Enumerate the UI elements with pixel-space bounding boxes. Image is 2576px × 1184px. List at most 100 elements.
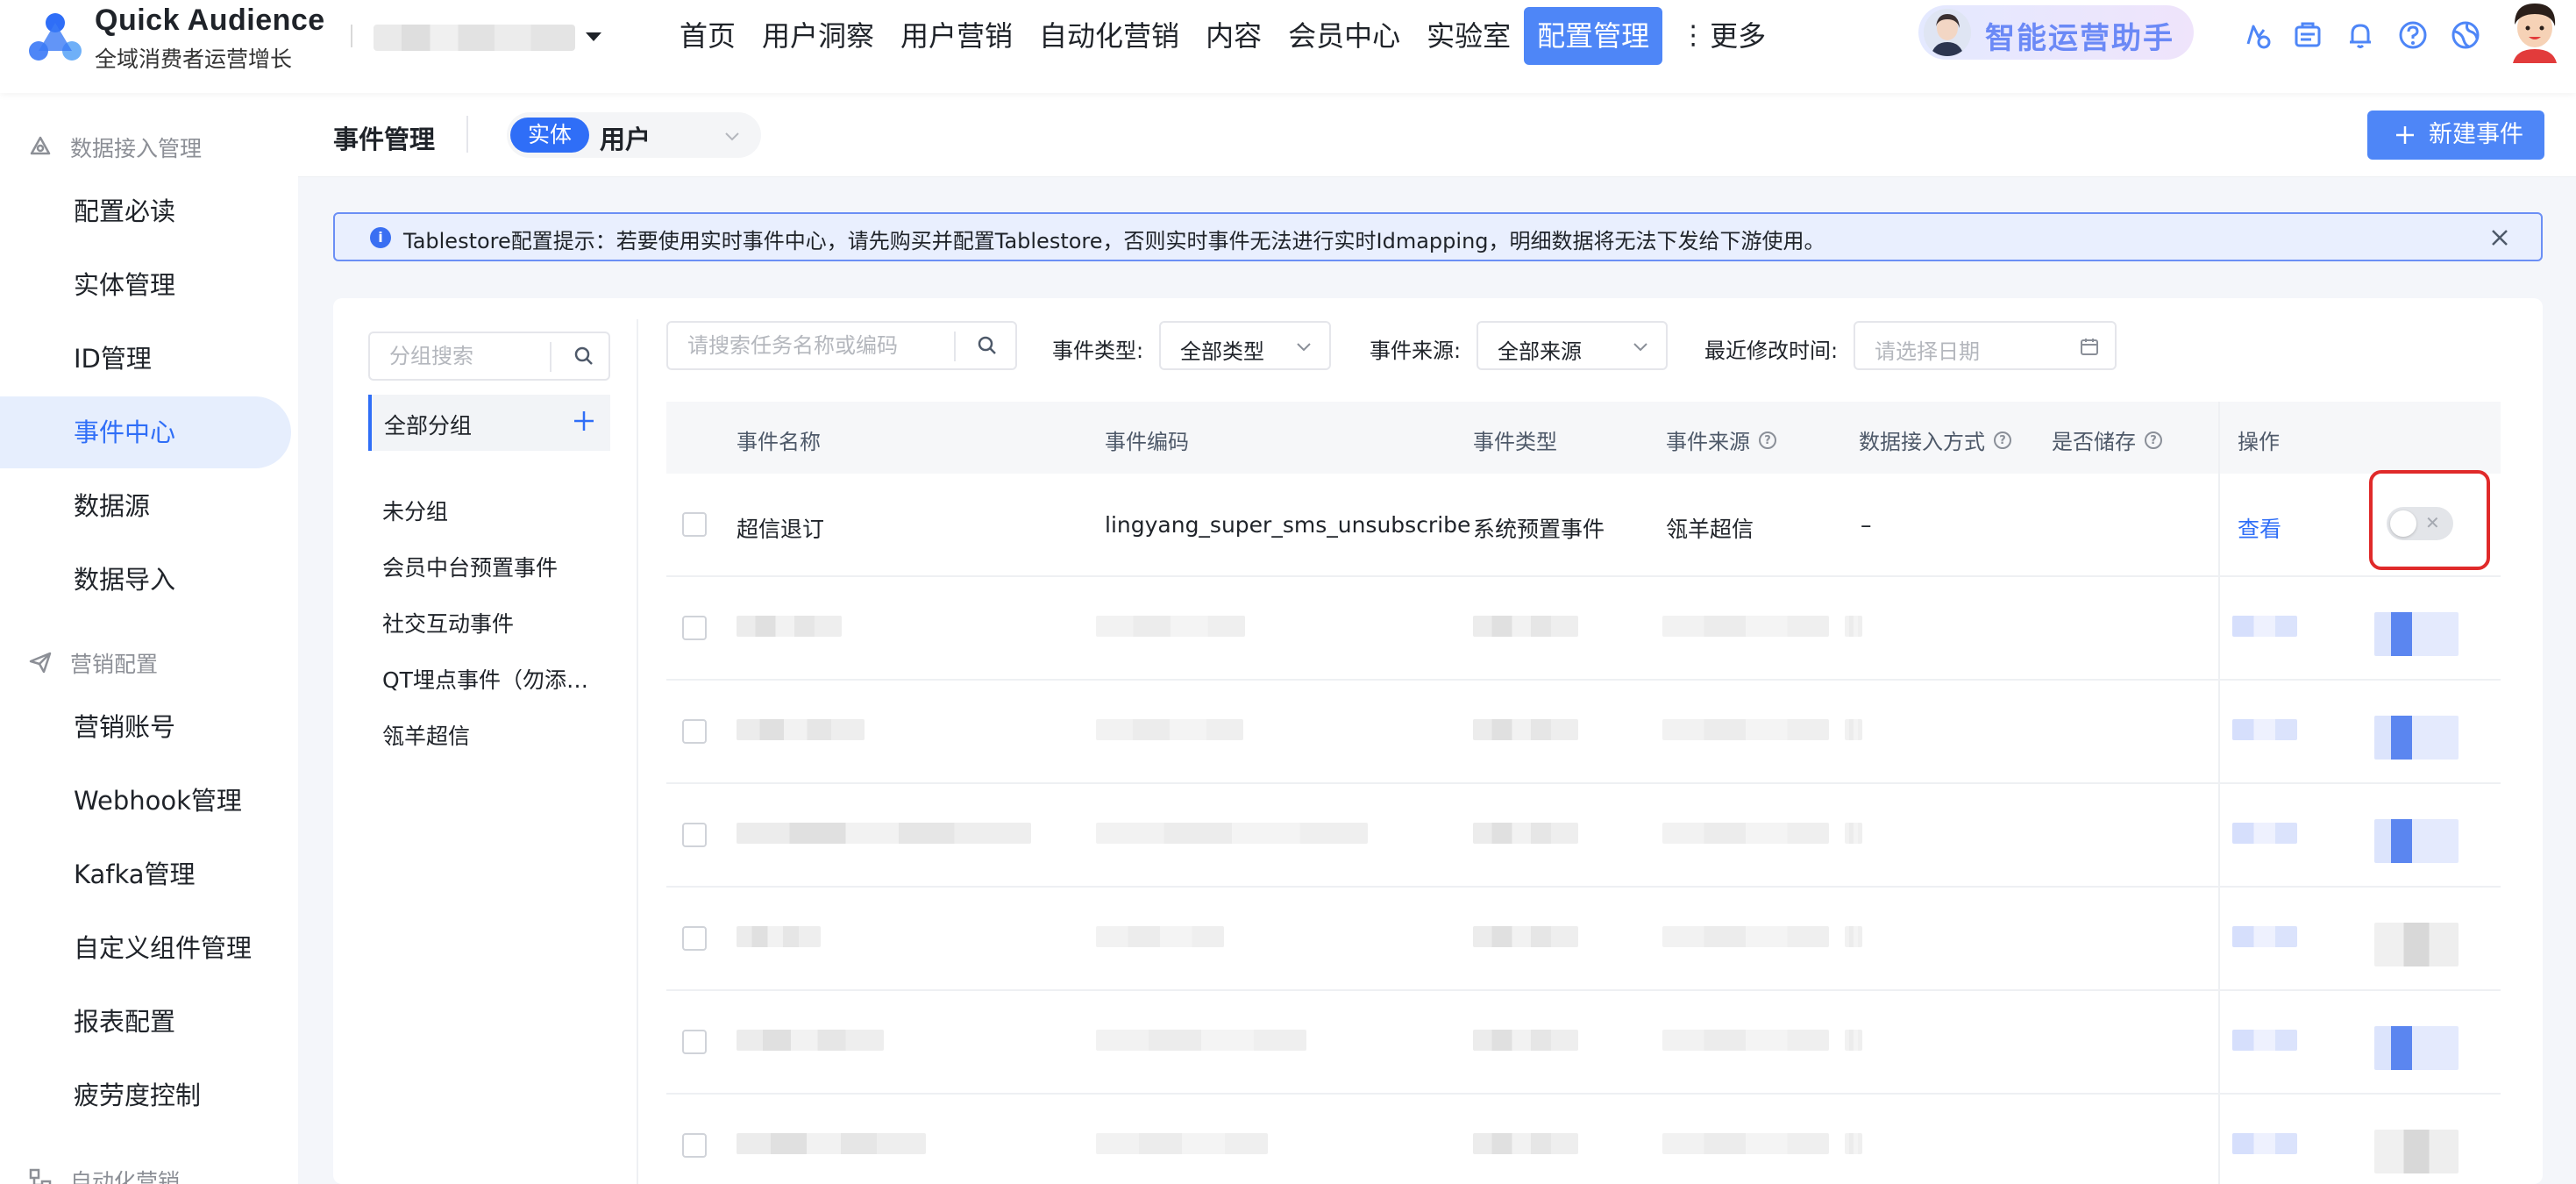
row-checkbox[interactable]	[682, 1133, 707, 1158]
nav-user-insight[interactable]: 用户洞察	[749, 7, 887, 65]
help-icon[interactable]: ?	[1759, 431, 1776, 449]
send-icon	[29, 652, 52, 674]
redacted-cell	[1473, 823, 1578, 844]
globe-icon[interactable]	[2450, 19, 2481, 51]
quick-audience-logo[interactable]	[26, 11, 84, 65]
row-checkbox[interactable]	[682, 823, 707, 847]
tablestore-alert: i Tablestore配置提示：若要使用实时事件中心，请先购买并配置Table…	[333, 212, 2543, 261]
app-icon[interactable]	[2241, 19, 2273, 51]
row-checkbox[interactable]	[682, 719, 707, 744]
row-checkbox[interactable]	[682, 926, 707, 951]
search-icon[interactable]	[977, 335, 998, 356]
brand-subtitle: 全域消费者运营增长	[95, 46, 293, 72]
divider	[550, 342, 551, 372]
redacted-cell	[1845, 1133, 1862, 1154]
event-type-select[interactable]: 全部类型	[1159, 321, 1331, 370]
caret-down-icon	[586, 32, 601, 41]
tasks-icon[interactable]	[2292, 19, 2323, 51]
sidebar-group-data-access[interactable]: 数据接入管理	[0, 126, 298, 163]
sidebar-item-kafka[interactable]: Kafka管理	[0, 838, 291, 910]
table-row-redacted	[666, 1095, 2501, 1184]
redacted-cell	[1096, 926, 1224, 947]
redacted-cell	[1662, 1030, 1829, 1051]
sidebar-group-marketing-config[interactable]: 营销配置	[0, 642, 298, 679]
user-avatar[interactable]	[2506, 0, 2564, 63]
event-source-select[interactable]: 全部来源	[1477, 321, 1668, 370]
nav-user-marketing[interactable]: 用户营销	[887, 7, 1026, 65]
sidebar-group-automation[interactable]: 自动化营销	[0, 1159, 298, 1184]
col-label: 事件名称	[737, 430, 821, 454]
nav-home[interactable]: 首页	[666, 7, 749, 65]
flow-icon	[29, 1168, 52, 1184]
new-event-button[interactable]: 新建事件	[2367, 111, 2544, 160]
search-icon[interactable]	[573, 346, 594, 367]
redacted-cell	[1473, 1030, 1578, 1051]
sidebar-item-data-source[interactable]: 数据源	[0, 470, 291, 542]
task-search-input[interactable]	[668, 323, 957, 368]
page-header: 事件管理 实体 用户 新建事件	[298, 93, 2576, 177]
col-label: 数据接入方式	[1859, 430, 1985, 454]
event-type-label: 事件类型:	[1052, 339, 1144, 363]
group-item-member-preset[interactable]: 会员中台预置事件	[382, 551, 593, 582]
group-item-ungrouped[interactable]: 未分组	[382, 495, 593, 526]
redacted-toggle	[2374, 923, 2459, 966]
date-placeholder: 请选择日期	[1875, 339, 1980, 364]
sidebar-item-report-config[interactable]: 报表配置	[0, 986, 291, 1058]
calendar-icon	[2081, 339, 2098, 355]
entity-selector[interactable]: 实体 用户	[507, 112, 761, 158]
alert-message: Tablestore配置提示：若要使用实时事件中心，请先购买并配置Tablest…	[403, 229, 1825, 253]
modified-time-picker[interactable]: 请选择日期	[1854, 321, 2117, 370]
group-search-input[interactable]	[370, 333, 545, 379]
entity-value: 用户	[600, 125, 651, 154]
nav-member-center[interactable]: 会员中心	[1275, 7, 1413, 65]
view-link[interactable]: 查看	[2238, 512, 2281, 544]
table-row-redacted	[666, 681, 2501, 784]
redacted-cell	[1473, 719, 1578, 740]
group-item-qt-tracking[interactable]: QT埋点事件（勿添…	[382, 663, 593, 695]
assistant-avatar	[1924, 9, 1971, 56]
group-item-lingyang-super-sms[interactable]: 瓴羊超信	[382, 719, 593, 751]
nav-automation-marketing[interactable]: 自动化营销	[1026, 7, 1192, 65]
group-all[interactable]: 全部分组	[368, 395, 610, 451]
row-checkbox[interactable]	[682, 512, 707, 537]
redacted-cell	[1473, 616, 1578, 637]
nav-lab[interactable]: 实验室	[1413, 7, 1524, 65]
redacted-cell	[737, 1133, 926, 1154]
col-access-method: 数据接入方式?	[1859, 424, 2011, 455]
tenant-switcher[interactable]	[374, 19, 608, 54]
help-icon[interactable]: ?	[1994, 431, 2011, 449]
row-checkbox[interactable]	[682, 616, 707, 640]
brand-name: Quick Audience	[95, 4, 325, 37]
close-icon[interactable]	[2488, 226, 2511, 249]
help-icon[interactable]	[2397, 19, 2429, 51]
page-title: 事件管理	[333, 125, 436, 154]
group-search	[368, 332, 610, 381]
bell-icon[interactable]	[2345, 19, 2376, 51]
redacted-toggle	[2374, 612, 2459, 656]
nav-more[interactable]: ⋮ 更多	[1662, 7, 1779, 65]
redacted-cell	[737, 616, 842, 637]
nav-config-management[interactable]: 配置管理	[1524, 7, 1663, 65]
col-action: 操作	[2238, 424, 2280, 455]
redacted-cell	[1845, 616, 1862, 637]
sidebar-item-custom-component[interactable]: 自定义组件管理	[0, 912, 291, 984]
nav-content[interactable]: 内容	[1192, 7, 1275, 65]
sidebar-item-event-center[interactable]: 事件中心	[0, 396, 291, 468]
sidebar-item-entity-management[interactable]: 实体管理	[0, 249, 291, 321]
redacted-link	[2232, 1133, 2297, 1154]
add-group-icon[interactable]	[572, 409, 596, 433]
help-icon[interactable]: ?	[2145, 431, 2162, 449]
sidebar-item-fatigue-control[interactable]: 疲劳度控制	[0, 1059, 291, 1131]
sidebar-item-id-management[interactable]: ID管理	[0, 323, 291, 395]
group-all-label: 全部分组	[384, 413, 473, 439]
top-bar: Quick Audience 全域消费者运营增长 首页 用户洞察 用户营销 自动…	[0, 0, 2576, 93]
sidebar-item-webhook[interactable]: Webhook管理	[0, 765, 291, 837]
group-item-social[interactable]: 社交互动事件	[382, 607, 593, 638]
col-label: 操作	[2238, 430, 2280, 454]
sidebar-item-marketing-account[interactable]: 营销账号	[0, 691, 291, 763]
sidebar-item-data-import[interactable]: 数据导入	[0, 544, 291, 616]
col-event-type: 事件类型	[1473, 424, 1557, 455]
ai-assistant-button[interactable]: 智能运营助手	[1918, 5, 2194, 60]
sidebar-item-config-readme[interactable]: 配置必读	[0, 175, 291, 247]
row-checkbox[interactable]	[682, 1030, 707, 1054]
